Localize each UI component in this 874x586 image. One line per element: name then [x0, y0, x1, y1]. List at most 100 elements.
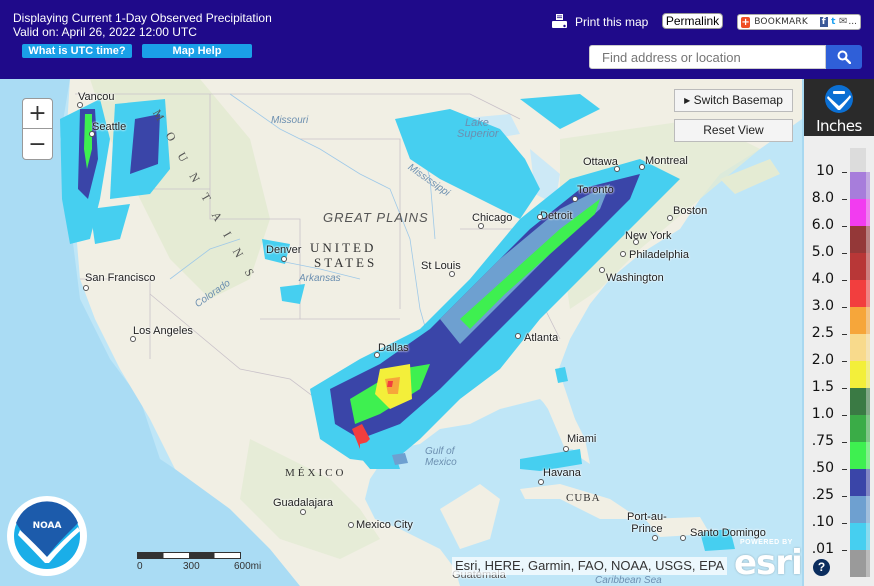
legend-swatch-side: [866, 226, 870, 253]
noaa-logo: NOAA: [7, 496, 87, 576]
marker-guadalajara: [300, 509, 306, 515]
noaa-small-logo: [825, 85, 853, 113]
legend-tick: [842, 415, 847, 416]
printer-icon: [552, 14, 567, 28]
switch-basemap-button[interactable]: ▶ Switch Basemap: [674, 89, 793, 112]
marker-atlanta: [515, 333, 521, 339]
legend-tick: [842, 442, 847, 443]
search-button[interactable]: [826, 45, 862, 69]
legend-swatch: [850, 415, 866, 442]
legend-tick: [842, 307, 847, 308]
legend-swatch-side: [866, 388, 870, 415]
print-map-link[interactable]: Print this map: [552, 12, 648, 32]
marker-mexico-city: [348, 522, 354, 528]
noaa-logo-text: NOAA: [33, 521, 62, 531]
scale-label-zero: 0: [137, 561, 143, 572]
marker-los-angeles: [130, 336, 136, 342]
email-icon[interactable]: ✉: [839, 17, 847, 27]
legend-tick: [842, 199, 847, 200]
reset-view-button[interactable]: Reset View: [674, 119, 793, 142]
marker-dallas: [374, 352, 380, 358]
legend-header: Inches: [804, 79, 874, 136]
scale-label-mid: 300: [183, 561, 200, 572]
legend-swatch-side: [866, 523, 870, 550]
marker-denver: [281, 256, 287, 262]
utc-time-button[interactable]: What is UTC time?: [22, 44, 132, 58]
esri-logo[interactable]: POWERED BY esri: [734, 535, 802, 583]
legend-swatch: [850, 496, 866, 523]
legend-label: .50: [811, 460, 834, 476]
location-search-input[interactable]: [589, 45, 826, 69]
print-map-label: Print this map: [575, 15, 649, 29]
legend-swatch-side: [866, 415, 870, 442]
legend-swatch: [850, 388, 866, 415]
legend-tick: [842, 172, 847, 173]
marker-philadelphia: [620, 251, 626, 257]
legend-swatch: [850, 253, 866, 280]
legend-label: 5.0: [811, 244, 834, 260]
legend-help-icon[interactable]: ?: [813, 559, 830, 576]
legend-swatch-side: [866, 172, 870, 199]
legend-label: 10: [816, 163, 834, 179]
marker-port-au-prince: [652, 535, 658, 541]
map-help-button[interactable]: Map Help: [142, 44, 252, 58]
legend-swatch-side: [866, 334, 870, 361]
marker-havana: [538, 479, 544, 485]
legend-tick: [842, 334, 847, 335]
legend-label: .25: [811, 487, 834, 503]
legend-swatch-top: [850, 148, 866, 172]
legend-unit-label: Inches: [816, 117, 862, 135]
bookmark-label: BOOKMARK: [754, 17, 808, 27]
precipitation-map[interactable]: M O U N T A I N S GREAT PLAINS UNITED ST…: [0, 79, 802, 586]
legend-label: .01: [811, 541, 834, 557]
marker-ottawa: [614, 166, 620, 172]
legend-swatch-side: [866, 469, 870, 496]
permalink-button[interactable]: Permalink: [662, 13, 723, 29]
legend-label: 3.0: [811, 298, 834, 314]
bookmark-button[interactable]: + BOOKMARK f t ✉ ...: [737, 14, 861, 30]
legend-label: .10: [811, 514, 834, 530]
legend-label: .75: [811, 433, 834, 449]
legend-swatch-side: [866, 496, 870, 523]
legend-swatch-side: [866, 550, 870, 577]
legend-swatch: [850, 361, 866, 388]
legend-tick: [842, 361, 847, 362]
marker-montreal: [639, 164, 645, 170]
zoom-in-button[interactable]: +: [23, 99, 52, 129]
marker-chicago: [478, 223, 484, 229]
marker-san-francisco: [83, 285, 89, 291]
legend-swatch-side: [866, 361, 870, 388]
bookmark-plus-icon: +: [741, 16, 751, 28]
legend-label: 6.0: [811, 217, 834, 233]
legend-label: 1.0: [811, 406, 834, 422]
marker-boston: [667, 215, 673, 221]
legend-swatch: [850, 550, 866, 577]
more-share-icon[interactable]: ...: [848, 17, 857, 27]
legend-tick: [842, 226, 847, 227]
legend-label: 4.0: [811, 271, 834, 287]
legend-swatch: [850, 226, 866, 253]
search-icon: [837, 50, 851, 64]
zoom-control: + −: [22, 98, 53, 160]
scale-bar: [137, 552, 241, 559]
legend-label: 1.5: [811, 379, 834, 395]
legend-panel: Inches 10 8.0 6.0 5.0 4.0 3.0 2.5 2.0 1.5 1.0 .75.…: [802, 79, 874, 586]
marker-detroit: [537, 214, 543, 220]
legend-swatch: [850, 280, 866, 307]
zoom-out-button[interactable]: −: [23, 129, 52, 159]
legend-swatch: [850, 523, 866, 550]
twitter-icon[interactable]: t: [830, 17, 838, 27]
facebook-icon[interactable]: f: [819, 17, 828, 27]
marker-new-york: [633, 239, 639, 245]
esri-wordmark: esri: [734, 543, 802, 583]
marker-vancouver: [77, 102, 83, 108]
legend-tick: [842, 253, 847, 254]
legend-swatch-side: [866, 442, 870, 469]
legend-tick: [842, 550, 847, 551]
marker-st-louis: [449, 271, 455, 277]
legend-label: 8.0: [811, 190, 834, 206]
legend-tick: [842, 388, 847, 389]
legend-swatch: [850, 334, 866, 361]
legend-swatch: [850, 172, 866, 199]
city-markers: [77, 102, 686, 541]
